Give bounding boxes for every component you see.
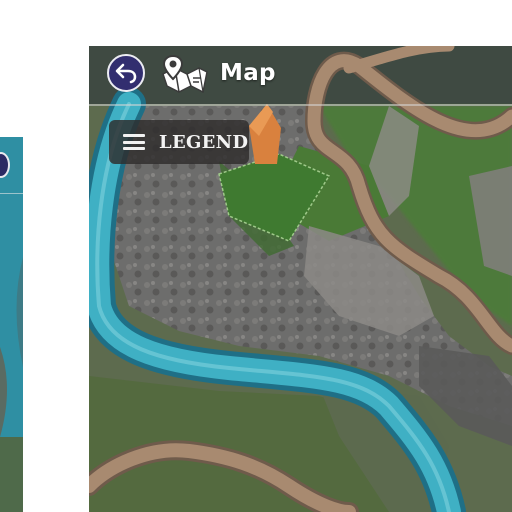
legend-button[interactable]: LEGEND [109,120,249,164]
hamburger-menu-icon [123,134,145,150]
back-arrow-icon [115,63,137,84]
back-button[interactable] [107,54,145,92]
map-panel[interactable]: Map LEGEND [89,46,512,512]
map-terrain[interactable] [89,46,512,512]
folded-map-pin-icon [162,54,208,94]
legend-label: LEGEND [159,131,249,153]
background-header-divider [0,193,23,194]
map-header: Map [89,46,512,106]
map-screen: Map LEGEND [0,0,512,512]
header-divider [89,104,512,106]
map-title: Map [220,60,276,86]
